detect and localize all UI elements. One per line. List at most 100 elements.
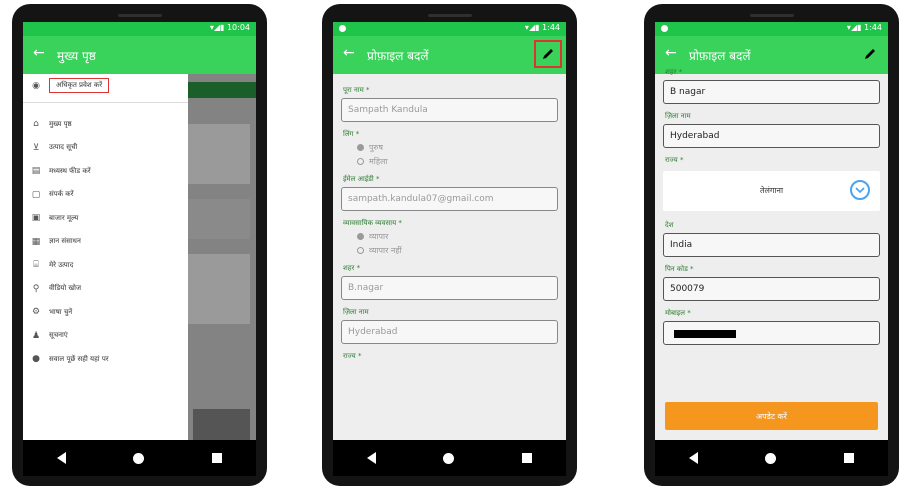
drawer-item-feed[interactable]: ▤ मध्यस्थ फीड करें [23,160,188,184]
back-arrow-icon[interactable]: ← [665,45,677,61]
name-field[interactable]: Sampath Kandula [341,98,558,122]
phone-field[interactable] [663,321,880,345]
chevron-down-icon [850,180,870,200]
drawer-item-my-products[interactable]: ⌸ मेरे उत्पाद [23,254,188,278]
page-title: मुख्य पृष्ठ [57,49,96,63]
city-field[interactable]: B.nagar [341,276,558,300]
drawer-item-language[interactable]: ⚙ भाषा चुनें [23,301,188,325]
calendar-icon: ▦ [31,236,41,247]
speaker [749,14,794,17]
drawer-item-knowledge[interactable]: ▦ ज्ञान संसाधन [23,230,188,254]
drawer-item-video[interactable]: ⚲ वीडियो खोज [23,277,188,301]
drawer-item-label: सवाल पूछें सही यहां पर [49,354,109,363]
page-title: प्रोफ़ाइल बदलें [689,49,751,63]
nav-home-icon[interactable] [133,452,145,464]
radio-icon [357,144,364,151]
system-nav-bar [655,440,888,476]
nav-back-icon[interactable] [366,452,376,464]
country-field[interactable]: India [663,233,880,257]
status-icons: ▾◢▮ 10:04 [209,23,250,32]
redaction-bar [674,330,736,338]
nav-home-icon[interactable] [765,452,777,464]
email-field[interactable]: sampath.kandula07@gmail.com [341,187,558,211]
drawer-item-label: वीडियो खोज [49,284,82,293]
app-bar: ← मुख्य पृष्ठ [23,36,256,74]
grid-icon: ▣ [31,213,41,224]
background-banner [188,82,256,98]
drawer-item-contact[interactable]: ▢ संपर्क करें [23,183,188,207]
cart-icon: ⊻ [32,142,40,153]
drawer-item-notifications[interactable]: ♟ सूचनाएं [23,324,188,348]
drawer-item-label: संपर्क करें [49,190,74,199]
drawer-item-label: ज्ञान संसाधन [49,237,81,246]
status-icons: ▾◢▮ 1:44 [524,23,560,32]
screen-2: ▾◢▮ 1:44 ← प्रोफ़ाइल बदलें पूरा नाम * Sa… [333,22,566,440]
status-icons: ▾◢▮ 1:44 [846,23,882,32]
status-bar: ▾◢▮ 1:44 [333,22,566,36]
background-card [188,199,250,239]
drawer-item-label: उत्पाद सूची [49,143,78,152]
drawer-item-signin[interactable]: ◉ अधिकृत प्रवेश करें [23,74,188,98]
gender-radio-male[interactable]: पुरुष [357,142,558,153]
document-icon: ▤ [31,166,41,177]
edit-pencil-icon[interactable] [534,40,562,68]
app-bar: ← प्रोफ़ाइल बदलें [333,36,566,74]
state-value: तेलंगाना [759,186,784,195]
drawer-item-products[interactable]: ⊻ उत्पाद सूची [23,136,188,160]
gender-radio-female[interactable]: महिला [357,156,558,167]
system-nav-bar [23,440,256,476]
farmer-radio-no[interactable]: व्यापार नहीं [357,245,558,256]
drawer-item-label: मध्यस्थ फीड करें [49,166,91,175]
settings-icon: ⚙ [31,307,41,318]
divider [23,101,188,113]
drawer-item-market[interactable]: ▣ बाजार मूल्य [23,207,188,231]
city-label: शहर * [665,68,683,76]
district-field[interactable]: Hyderabad [663,124,880,148]
phone-frame-3: ▾◢▮ 1:44 ← प्रोफ़ाइल बदलें शहर * B nagar… [644,4,899,486]
state-dropdown[interactable]: तेलंगाना [663,171,880,211]
city-field[interactable]: B nagar [663,80,880,104]
nav-back-icon[interactable] [56,452,66,464]
update-button[interactable]: अपडेट करें [665,402,878,430]
info-icon: ● [32,354,40,365]
bell-icon: ♟ [31,330,41,341]
profile-form: पूरा नाम * Sampath Kandula लिंग * पुरुष … [333,78,566,364]
radio-label: महिला [369,157,388,166]
status-bar: ▾◢▮ 1:44 [655,22,888,36]
nav-back-icon[interactable] [688,452,698,464]
edit-pencil-icon[interactable] [858,42,882,66]
background-card [188,254,250,324]
profile-form: शहर * B nagar ज़िला नाम Hyderabad राज्य … [655,66,888,345]
country-label: देश [665,221,674,229]
notification-dot-icon [661,25,668,32]
background-card [188,124,250,184]
screen-1: ▾◢▮ 10:04 ← मुख्य पृष्ठ ◉ अधिकृत प्रवेश … [23,22,256,440]
nav-recent-icon[interactable] [522,453,533,463]
farmer-label: व्यावसायिक व्यवसाय * [343,219,402,227]
nav-recent-icon[interactable] [212,453,223,463]
district-field[interactable]: Hyderabad [341,320,558,344]
drawer-item-label: अधिकृत प्रवेश करें [49,78,110,94]
gender-label: लिंग * [343,130,360,138]
phone-frame-2: ▾◢▮ 1:44 ← प्रोफ़ाइल बदलें पूरा नाम * Sa… [322,4,577,486]
back-arrow-icon[interactable]: ← [33,45,45,61]
drawer-item-ask[interactable]: ● सवाल पूछें सही यहां पर [23,348,188,372]
district-label: ज़िला नाम [343,308,369,316]
city-label: शहर * [343,264,361,272]
farmer-radio-yes[interactable]: व्यापार [357,231,558,242]
back-arrow-icon[interactable]: ← [343,45,355,61]
nav-recent-icon[interactable] [844,453,855,463]
phone-label: मोबाइल * [665,309,691,317]
pincode-field[interactable]: 500079 [663,277,880,301]
drawer-item-home[interactable]: ⌂ मुख्य पृष्ठ [23,113,188,137]
nav-home-icon[interactable] [443,452,455,464]
email-label: ईमेल आईडी * [343,175,380,183]
district-label: ज़िला नाम [665,112,691,120]
drawer-item-label: भाषा चुनें [49,307,73,316]
drawer-item-label: मेरे उत्पाद [49,260,74,269]
speaker [117,14,162,17]
drawer-item-label: सूचनाएं [49,331,68,340]
radio-icon [357,158,364,165]
home-icon: ⌂ [33,119,39,130]
page-title: प्रोफ़ाइल बदलें [367,49,429,63]
